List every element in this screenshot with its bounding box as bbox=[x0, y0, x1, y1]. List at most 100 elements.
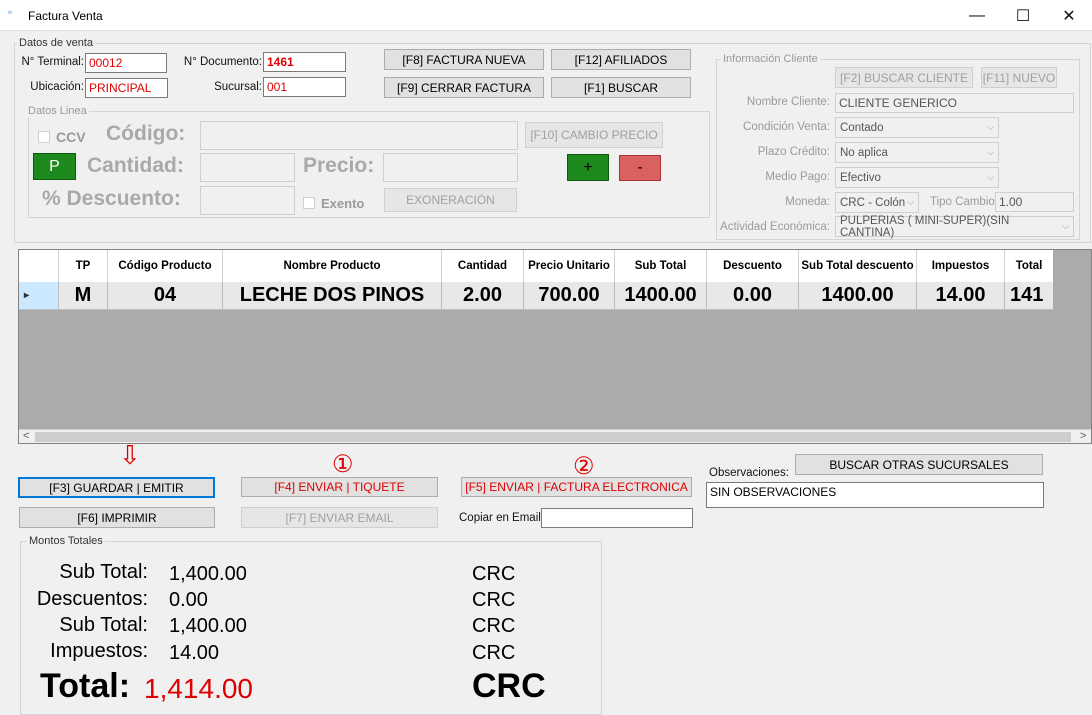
cantidad-label: Cantidad: bbox=[87, 154, 184, 177]
moneda-value: CRC - Colón bbox=[840, 196, 906, 209]
exento-label: Exento bbox=[321, 196, 365, 211]
cambio-precio-button[interactable]: [F10] CAMBIO PRECIO bbox=[525, 122, 663, 148]
subtotal-currency: CRC bbox=[472, 563, 516, 585]
product-grid[interactable]: TP Código Producto Nombre Producto Canti… bbox=[18, 249, 1092, 444]
col-header-nombre[interactable]: Nombre Producto bbox=[223, 250, 442, 282]
col-header-codigo[interactable]: Código Producto bbox=[108, 250, 223, 282]
chevron-down-icon: ⌵ bbox=[987, 147, 994, 157]
title-bar: ʷ Factura Venta — ☐ ✕ bbox=[0, 0, 1092, 31]
p-button[interactable]: P bbox=[33, 153, 76, 180]
moneda-select[interactable]: CRC - Colón ⌵ bbox=[835, 192, 919, 213]
plazo-credito-value: No aplica bbox=[840, 146, 888, 159]
cell-subtotal[interactable]: 1400.00 bbox=[615, 282, 707, 310]
plazo-credito-label: Plazo Crédito: bbox=[757, 146, 830, 158]
moneda-label: Moneda: bbox=[785, 196, 830, 208]
enviar-email-button[interactable]: [F7] ENVIAR EMAIL bbox=[241, 507, 438, 528]
impuestos-currency: CRC bbox=[472, 642, 516, 664]
exento-checkbox[interactable] bbox=[303, 197, 315, 209]
enviar-tiquete-button[interactable]: [F4] ENVIAR | TIQUETE bbox=[241, 477, 438, 497]
col-header-impuestos[interactable]: Impuestos bbox=[917, 250, 1005, 282]
documento-label: N° Documento: bbox=[183, 56, 262, 68]
nombre-cliente-label: Nombre Cliente: bbox=[746, 96, 830, 108]
cell-tp[interactable]: M bbox=[59, 282, 108, 310]
col-header-subtotal[interactable]: Sub Total bbox=[615, 250, 707, 282]
condicion-venta-select[interactable]: Contado ⌵ bbox=[835, 117, 999, 138]
medio-pago-select[interactable]: Efectivo ⌵ bbox=[835, 167, 999, 188]
col-header-tp[interactable]: TP bbox=[59, 250, 108, 282]
minimize-button[interactable]: — bbox=[954, 0, 1000, 31]
subtotal2-currency: CRC bbox=[472, 615, 516, 637]
row-header-corner bbox=[19, 250, 59, 282]
condicion-venta-value: Contado bbox=[840, 121, 884, 134]
buscar-cliente-button[interactable]: [F2] BUSCAR CLIENTE bbox=[835, 67, 973, 88]
codigo-field[interactable] bbox=[200, 121, 518, 150]
medio-pago-value: Efectivo bbox=[840, 171, 881, 184]
afiliados-button[interactable]: [F12] AFILIADOS bbox=[551, 49, 691, 70]
maximize-button[interactable]: ☐ bbox=[1000, 0, 1046, 31]
documento-field[interactable]: 1461 bbox=[263, 52, 346, 72]
col-header-precio[interactable]: Precio Unitario bbox=[524, 250, 615, 282]
cell-cantidad[interactable]: 2.00 bbox=[442, 282, 524, 310]
precio-field[interactable] bbox=[383, 153, 518, 182]
terminal-field[interactable]: 00012 bbox=[85, 53, 167, 73]
actividad-label: Actividad Económica: bbox=[720, 221, 830, 233]
scrollbar-thumb[interactable] bbox=[35, 432, 1071, 442]
row-selector-icon[interactable]: ▸ bbox=[19, 282, 59, 310]
cell-codigo[interactable]: 04 bbox=[108, 282, 223, 310]
total-label: Total: bbox=[40, 667, 131, 705]
tipo-cambio-label: Tipo Cambio: bbox=[930, 196, 998, 208]
factura-nueva-button[interactable]: [F8] FACTURA NUEVA bbox=[384, 49, 544, 70]
close-button[interactable]: ✕ bbox=[1046, 0, 1092, 31]
terminal-label: N° Terminal: bbox=[21, 56, 84, 68]
add-line-button[interactable]: + bbox=[567, 154, 609, 181]
scroll-left-icon[interactable]: < bbox=[23, 430, 29, 442]
nombre-cliente-field[interactable]: CLIENTE GENERICO bbox=[835, 93, 1074, 113]
datos-linea-legend: Datos Linea bbox=[26, 105, 89, 117]
actividad-select[interactable]: PULPERIAS ( MINI-SUPER)(SIN CANTINA) ⌵ bbox=[835, 215, 1074, 239]
nuevo-cliente-button[interactable]: [F11] NUEVO bbox=[981, 67, 1057, 88]
cell-impuestos[interactable]: 14.00 bbox=[917, 282, 1005, 310]
cell-descuento[interactable]: 0.00 bbox=[707, 282, 799, 310]
descuentos-value: 0.00 bbox=[169, 589, 208, 611]
chevron-down-icon: ⌵ bbox=[907, 197, 914, 207]
col-header-cantidad[interactable]: Cantidad bbox=[442, 250, 524, 282]
buscar-button[interactable]: [F1] BUSCAR bbox=[551, 77, 691, 98]
ccv-checkbox[interactable] bbox=[38, 131, 50, 143]
horizontal-scrollbar[interactable]: < > bbox=[19, 429, 1091, 443]
cell-precio[interactable]: 700.00 bbox=[524, 282, 615, 310]
ccv-label: CCV bbox=[56, 129, 86, 145]
exoneracion-button[interactable]: EXONERACIÓN bbox=[384, 188, 517, 212]
cantidad-field[interactable] bbox=[200, 153, 295, 182]
sucursal-field[interactable]: 001 bbox=[263, 77, 346, 97]
copiar-email-label: Copiar en Email: bbox=[459, 512, 545, 524]
guardar-emitir-button[interactable]: [F3] GUARDAR | EMITIR bbox=[18, 477, 215, 498]
col-header-total[interactable]: Total bbox=[1005, 250, 1053, 282]
descuentos-label: Descuentos: bbox=[36, 588, 148, 610]
cerrar-factura-button[interactable]: [F9] CERRAR FACTURA bbox=[384, 77, 544, 98]
scroll-right-icon[interactable]: > bbox=[1080, 430, 1086, 442]
observaciones-field[interactable]: SIN OBSERVACIONES bbox=[706, 482, 1044, 508]
col-header-subtotal-descuento[interactable]: Sub Total descuento bbox=[799, 250, 917, 282]
descuento-field[interactable] bbox=[200, 186, 295, 215]
imprimir-button[interactable]: [F6] IMPRIMIR bbox=[19, 507, 215, 528]
total-value: 1,414.00 bbox=[144, 673, 253, 704]
cell-subtotal-descuento[interactable]: 1400.00 bbox=[799, 282, 917, 310]
subtotal-value: 1,400.00 bbox=[169, 563, 247, 585]
window-title: Factura Venta bbox=[28, 9, 103, 23]
tipo-cambio-field[interactable]: 1.00 bbox=[995, 192, 1074, 212]
copiar-email-field[interactable] bbox=[541, 508, 693, 528]
table-row[interactable]: ▸ M 04 LECHE DOS PINOS 2.00 700.00 1400.… bbox=[19, 282, 1053, 310]
chevron-down-icon: ⌵ bbox=[987, 172, 994, 182]
subtotal-label: Sub Total: bbox=[59, 561, 148, 583]
enviar-factura-button[interactable]: [F5] ENVIAR | FACTURA ELECTRONICA bbox=[461, 477, 692, 497]
cell-total[interactable]: 141 bbox=[1005, 282, 1053, 310]
buscar-sucursales-button[interactable]: BUSCAR OTRAS SUCURSALES bbox=[795, 454, 1043, 475]
totales-legend: Montos Totales bbox=[27, 535, 105, 547]
arrow-down-icon: ⇩ bbox=[119, 440, 141, 470]
plazo-credito-select[interactable]: No aplica ⌵ bbox=[835, 142, 999, 163]
col-header-descuento[interactable]: Descuento bbox=[707, 250, 799, 282]
ubicacion-field[interactable]: PRINCIPAL bbox=[85, 78, 168, 98]
remove-line-button[interactable]: - bbox=[619, 155, 661, 181]
step-1-marker: ① bbox=[332, 451, 354, 478]
cell-nombre[interactable]: LECHE DOS PINOS bbox=[223, 282, 442, 310]
